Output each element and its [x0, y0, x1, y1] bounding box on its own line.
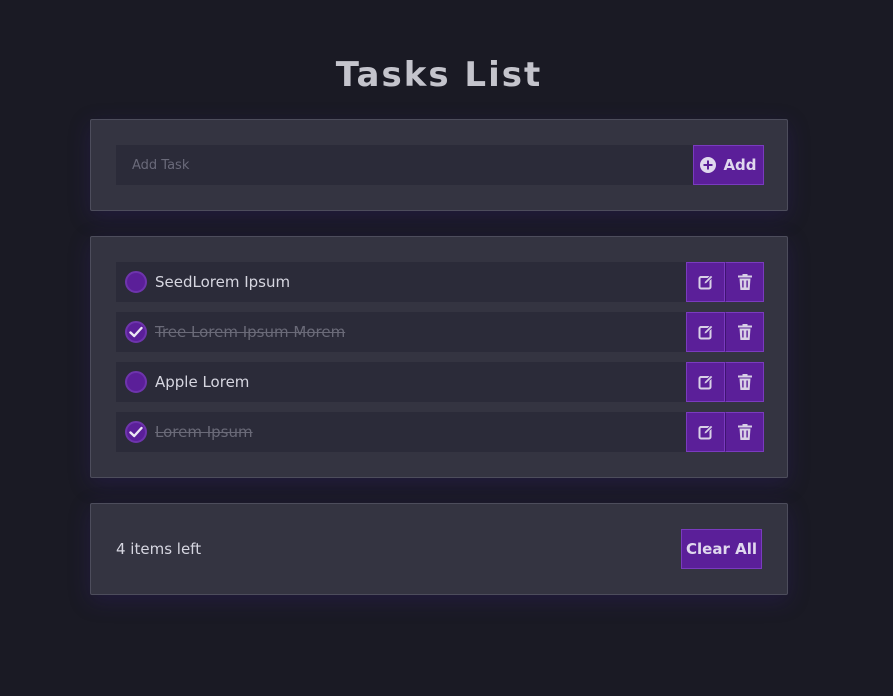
task-text: Tree Lorem Ipsum Morem — [155, 323, 346, 341]
trash-icon — [737, 324, 752, 340]
add-button-label: Add — [723, 156, 757, 174]
delete-task-button[interactable] — [725, 312, 764, 352]
task-item: Tree Lorem Ipsum Morem — [116, 312, 686, 352]
add-task-form: Add — [116, 145, 764, 185]
checkmark-icon — [129, 326, 143, 338]
task-text: SeedLorem Ipsum — [155, 273, 291, 291]
task-list-card: SeedLorem Ipsum Tree Lorem Ipsum Morem A… — [90, 236, 788, 478]
delete-task-button[interactable] — [725, 262, 764, 302]
trash-icon — [737, 424, 752, 440]
task-checkbox[interactable] — [125, 371, 147, 393]
task-item: Apple Lorem — [116, 362, 686, 402]
task-checkbox[interactable] — [125, 421, 147, 443]
edit-task-button[interactable] — [686, 262, 725, 302]
trash-icon — [737, 274, 752, 290]
task-text: Lorem Ipsum — [155, 423, 253, 441]
edit-icon — [698, 374, 713, 390]
task-text: Apple Lorem — [155, 373, 250, 391]
trash-icon — [737, 374, 752, 390]
footer-card: 4 items left Clear All — [90, 503, 788, 595]
tasks-app: Tasks List Add SeedLorem Ipsum — [0, 0, 893, 696]
task-row: Lorem Ipsum — [116, 412, 764, 452]
task-row: Apple Lorem — [116, 362, 764, 402]
delete-task-button[interactable] — [725, 412, 764, 452]
checkmark-icon — [129, 426, 143, 438]
edit-icon — [698, 424, 713, 440]
delete-task-button[interactable] — [725, 362, 764, 402]
add-task-card: Add — [90, 119, 788, 211]
add-task-input[interactable] — [116, 145, 693, 185]
task-list: SeedLorem Ipsum Tree Lorem Ipsum Morem A… — [116, 262, 764, 462]
edit-task-button[interactable] — [686, 312, 725, 352]
page-title: Tasks List — [335, 55, 543, 95]
plus-circle-icon — [700, 157, 717, 173]
clear-all-button[interactable]: Clear All — [681, 529, 762, 569]
task-row: SeedLorem Ipsum — [116, 262, 764, 302]
edit-task-button[interactable] — [686, 362, 725, 402]
add-button[interactable]: Add — [693, 145, 764, 185]
edit-icon — [698, 274, 713, 290]
task-checkbox[interactable] — [125, 321, 147, 343]
task-item: Lorem Ipsum — [116, 412, 686, 452]
task-item: SeedLorem Ipsum — [116, 262, 686, 302]
edit-task-button[interactable] — [686, 412, 725, 452]
task-row: Tree Lorem Ipsum Morem — [116, 312, 764, 352]
items-left-count: 4 items left — [116, 540, 202, 558]
task-checkbox[interactable] — [125, 271, 147, 293]
edit-icon — [698, 324, 713, 340]
